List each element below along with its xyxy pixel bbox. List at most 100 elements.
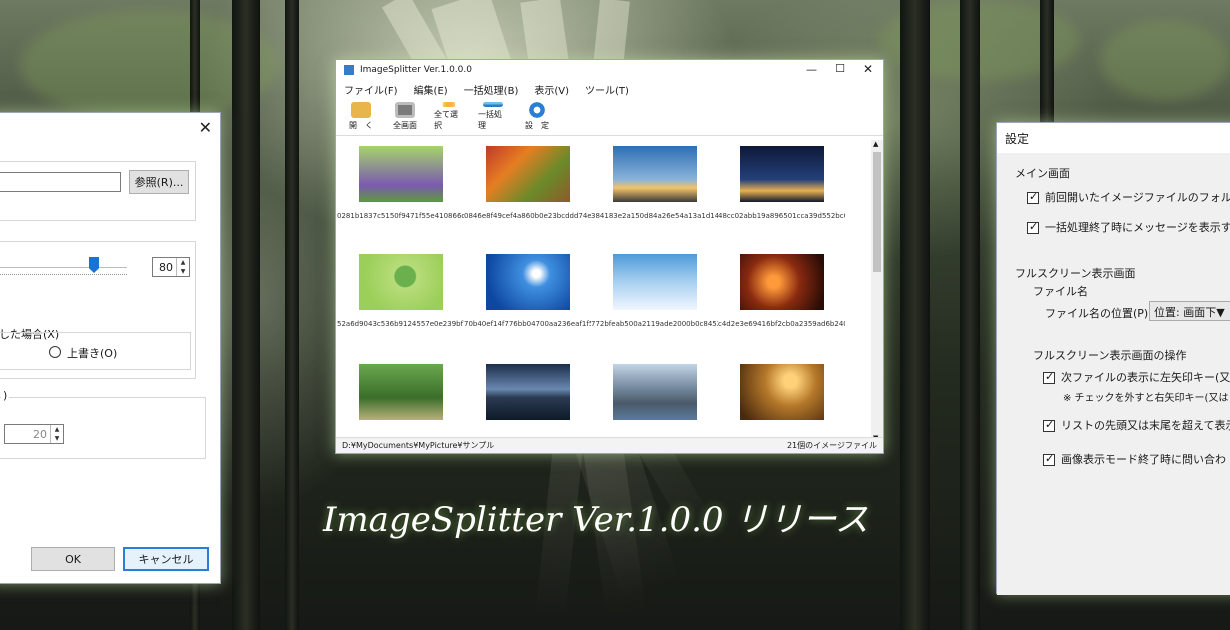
select-all-button[interactable]: 全て選択 <box>434 102 464 131</box>
spin-arrows-icon[interactable]: ▲ ▼ <box>176 258 189 276</box>
thumbnail-item[interactable]: 70b40ef14f776bb04700aa236eaf1f5... <box>464 254 591 328</box>
close-icon[interactable]: ✕ <box>863 62 873 76</box>
option-left-arrow-label: 次ファイルの表示に左矢印キー(又は <box>1061 371 1230 384</box>
thumbnail-item[interactable] <box>464 364 591 430</box>
thumbnail-caption: 48cc02abb19a896501cca39d552bc0b... <box>718 212 845 220</box>
overwrite-subgroup: 上書き(O) <box>0 332 191 370</box>
close-icon[interactable]: ✕ <box>199 118 212 137</box>
path-input[interactable] <box>0 172 121 192</box>
thumbnail-item[interactable]: c4d2e3e69416bf2cb0a2359ad6b240e... <box>718 254 845 328</box>
imagesplitter-window: ImageSplitter Ver.1.0.0.0 — ☐ ✕ ファイル(F) … <box>335 59 884 454</box>
thumbnail-item[interactable]: 384183e2a150d84a26e54a13a1d1400... <box>591 146 718 220</box>
thumbnail-caption: 70b40ef14f776bb04700aa236eaf1f5... <box>464 320 591 328</box>
thumbnail-image[interactable] <box>485 364 570 420</box>
thumbnail-image[interactable] <box>358 146 443 202</box>
thumbnail-image[interactable] <box>612 146 697 202</box>
thumbnail-item[interactable]: 52a6d9043c536b9124557e0e239bf79... <box>337 254 464 328</box>
thumbnail-item[interactable] <box>337 364 464 430</box>
quality-value: 80 <box>159 260 173 274</box>
open-button[interactable]: 開 く <box>346 102 376 131</box>
title-bar: ImageSplitter Ver.1.0.0.0 — ☐ ✕ <box>336 60 883 80</box>
thumbnail-caption: 52a6d9043c536b9124557e0e239bf79... <box>337 320 464 328</box>
option-batch-message-label: 一括処理終了時にメッセージを表示する <box>1045 221 1230 234</box>
overwrite-radio[interactable] <box>49 346 61 358</box>
option-left-arrow-note: ※ チェックを外すと右矢印キー(又は <box>1063 393 1229 404</box>
count-spinbox[interactable]: 20 ▲ ▼ <box>4 424 64 444</box>
quality-slider[interactable] <box>0 257 127 275</box>
menu-file[interactable]: ファイル(F) <box>344 82 398 97</box>
option-wrap-list-label: リストの先頭又は末尾を超えて表示 <box>1061 419 1230 432</box>
browse-button[interactable]: 参照(R)... <box>129 170 189 194</box>
thumbnail-image[interactable] <box>485 146 570 202</box>
checkbox-checked-icon[interactable] <box>1043 452 1055 466</box>
option-wrap-list[interactable]: リストの先頭又は末尾を超えて表示 <box>1043 417 1230 433</box>
quality-group: 80 ▲ ▼ した場合(X) 上書き(O) <box>0 241 196 379</box>
fullscreen-icon <box>395 102 415 118</box>
thumbnail-image[interactable] <box>358 254 443 310</box>
menu-bar: ファイル(F) 編集(E) 一括処理(B) 表示(V) ツール(T) <box>336 80 883 98</box>
thumbnail-image[interactable] <box>739 364 824 420</box>
thumbnail-image[interactable] <box>485 254 570 310</box>
scrollbar-thumb[interactable] <box>873 152 881 272</box>
spin-arrows-icon[interactable]: ▲ ▼ <box>50 425 63 443</box>
option-confirm-exit[interactable]: 画像表示モード終了時に問い合わ <box>1043 451 1226 467</box>
batch-label: 一括処理 <box>478 110 502 130</box>
thumbnail-caption: 772bfeab500a2119ade2000b0c84520... <box>591 320 718 328</box>
option-remember-folder[interactable]: 前回開いたイメージファイルのフォルダをデ <box>1027 189 1230 205</box>
thumbnail-image[interactable] <box>358 364 443 420</box>
count-group-label: ) <box>1 389 10 402</box>
menu-edit[interactable]: 編集(E) <box>414 82 448 97</box>
cancel-button[interactable]: キャンセル <box>123 547 209 571</box>
thumbnail-image[interactable] <box>612 364 697 420</box>
ok-button[interactable]: OK <box>31 547 115 571</box>
thumbnail-item[interactable]: 772bfeab500a2119ade2000b0c84520... <box>591 254 718 328</box>
maximize-icon[interactable]: ☐ <box>835 62 845 75</box>
open-label: 開 く <box>349 121 373 130</box>
select-all-label: 全て選択 <box>434 110 458 130</box>
thumbnail-item[interactable] <box>591 364 718 430</box>
checkbox-checked-icon[interactable] <box>1043 418 1055 432</box>
thumbnail-item[interactable]: 0281b1837c5150f9471f55e410866d7... <box>337 146 464 220</box>
batch-button[interactable]: 一括処理 <box>478 102 508 131</box>
options-dialog: ✕ 参照(R)... 80 ▲ ▼ した場合(X) 上書き(O) ) 20 ▲ ▼ … <box>0 112 221 584</box>
checkbox-checked-icon[interactable] <box>1027 190 1039 204</box>
folder-open-icon <box>351 102 371 118</box>
option-left-arrow[interactable]: 次ファイルの表示に左矢印キー(又は <box>1043 369 1230 385</box>
overwrite-radio-label: 上書き(O) <box>67 347 118 360</box>
count-value: 20 <box>33 427 47 441</box>
status-path: D:¥MyDocuments¥MyPicture¥サンプル <box>342 441 495 450</box>
thumbnail-item[interactable]: 48cc02abb19a896501cca39d552bc0b... <box>718 146 845 220</box>
thumbnail-item[interactable]: 0846e8f49cef4a860b0e23bcddd74ea... <box>464 146 591 220</box>
minimize-icon[interactable]: — <box>806 63 817 76</box>
option-batch-message[interactable]: 一括処理終了時にメッセージを表示する <box>1027 219 1230 235</box>
main-screen-heading: メイン画面 <box>1015 167 1070 180</box>
vertical-scrollbar[interactable]: ▲ ▼ <box>871 140 883 442</box>
thumbnail-image[interactable] <box>739 146 824 202</box>
quality-spinbox[interactable]: 80 ▲ ▼ <box>152 257 190 277</box>
checkbox-checked-icon[interactable] <box>1027 220 1039 234</box>
filename-position-select[interactable]: 位置: 画面下▼ <box>1149 301 1230 321</box>
thumbnail-image[interactable] <box>739 254 824 310</box>
fullscreen-label: 全画面 <box>393 121 417 130</box>
menu-batch[interactable]: 一括処理(B) <box>464 82 519 97</box>
checkbox-checked-icon[interactable] <box>1043 370 1055 384</box>
settings-button[interactable]: 設 定 <box>522 102 552 131</box>
thumbnail-item[interactable] <box>718 364 845 430</box>
status-bar: D:¥MyDocuments¥MyPicture¥サンプル 21個のイメージファ… <box>336 437 883 453</box>
thumbnail-caption: 384183e2a150d84a26e54a13a1d1400... <box>591 212 718 220</box>
slider-thumb[interactable] <box>89 257 99 273</box>
menu-view[interactable]: 表示(V) <box>534 82 569 97</box>
menu-tools[interactable]: ツール(T) <box>585 82 629 97</box>
scroll-up-icon[interactable]: ▲ <box>873 140 878 148</box>
option-remember-folder-label: 前回開いたイメージファイルのフォルダをデ <box>1045 191 1230 204</box>
fullscreen-heading: フルスクリーン表示画面 <box>1015 267 1136 280</box>
settings-window: 設定 メイン画面 前回開いたイメージファイルのフォルダをデ 一括処理終了時にメッ… <box>996 122 1230 595</box>
settings-panel: メイン画面 前回開いたイメージファイルのフォルダをデ 一括処理終了時にメッセージ… <box>997 153 1230 595</box>
app-icon <box>344 65 354 75</box>
thumbnail-caption: c4d2e3e69416bf2cb0a2359ad6b240e... <box>718 320 845 328</box>
settings-label: 設 定 <box>525 121 549 130</box>
thumbnail-caption: 0281b1837c5150f9471f55e410866d7... <box>337 212 464 220</box>
thumbnail-image[interactable] <box>612 254 697 310</box>
fullscreen-button[interactable]: 全画面 <box>390 102 420 131</box>
slider-ticks <box>0 274 127 276</box>
